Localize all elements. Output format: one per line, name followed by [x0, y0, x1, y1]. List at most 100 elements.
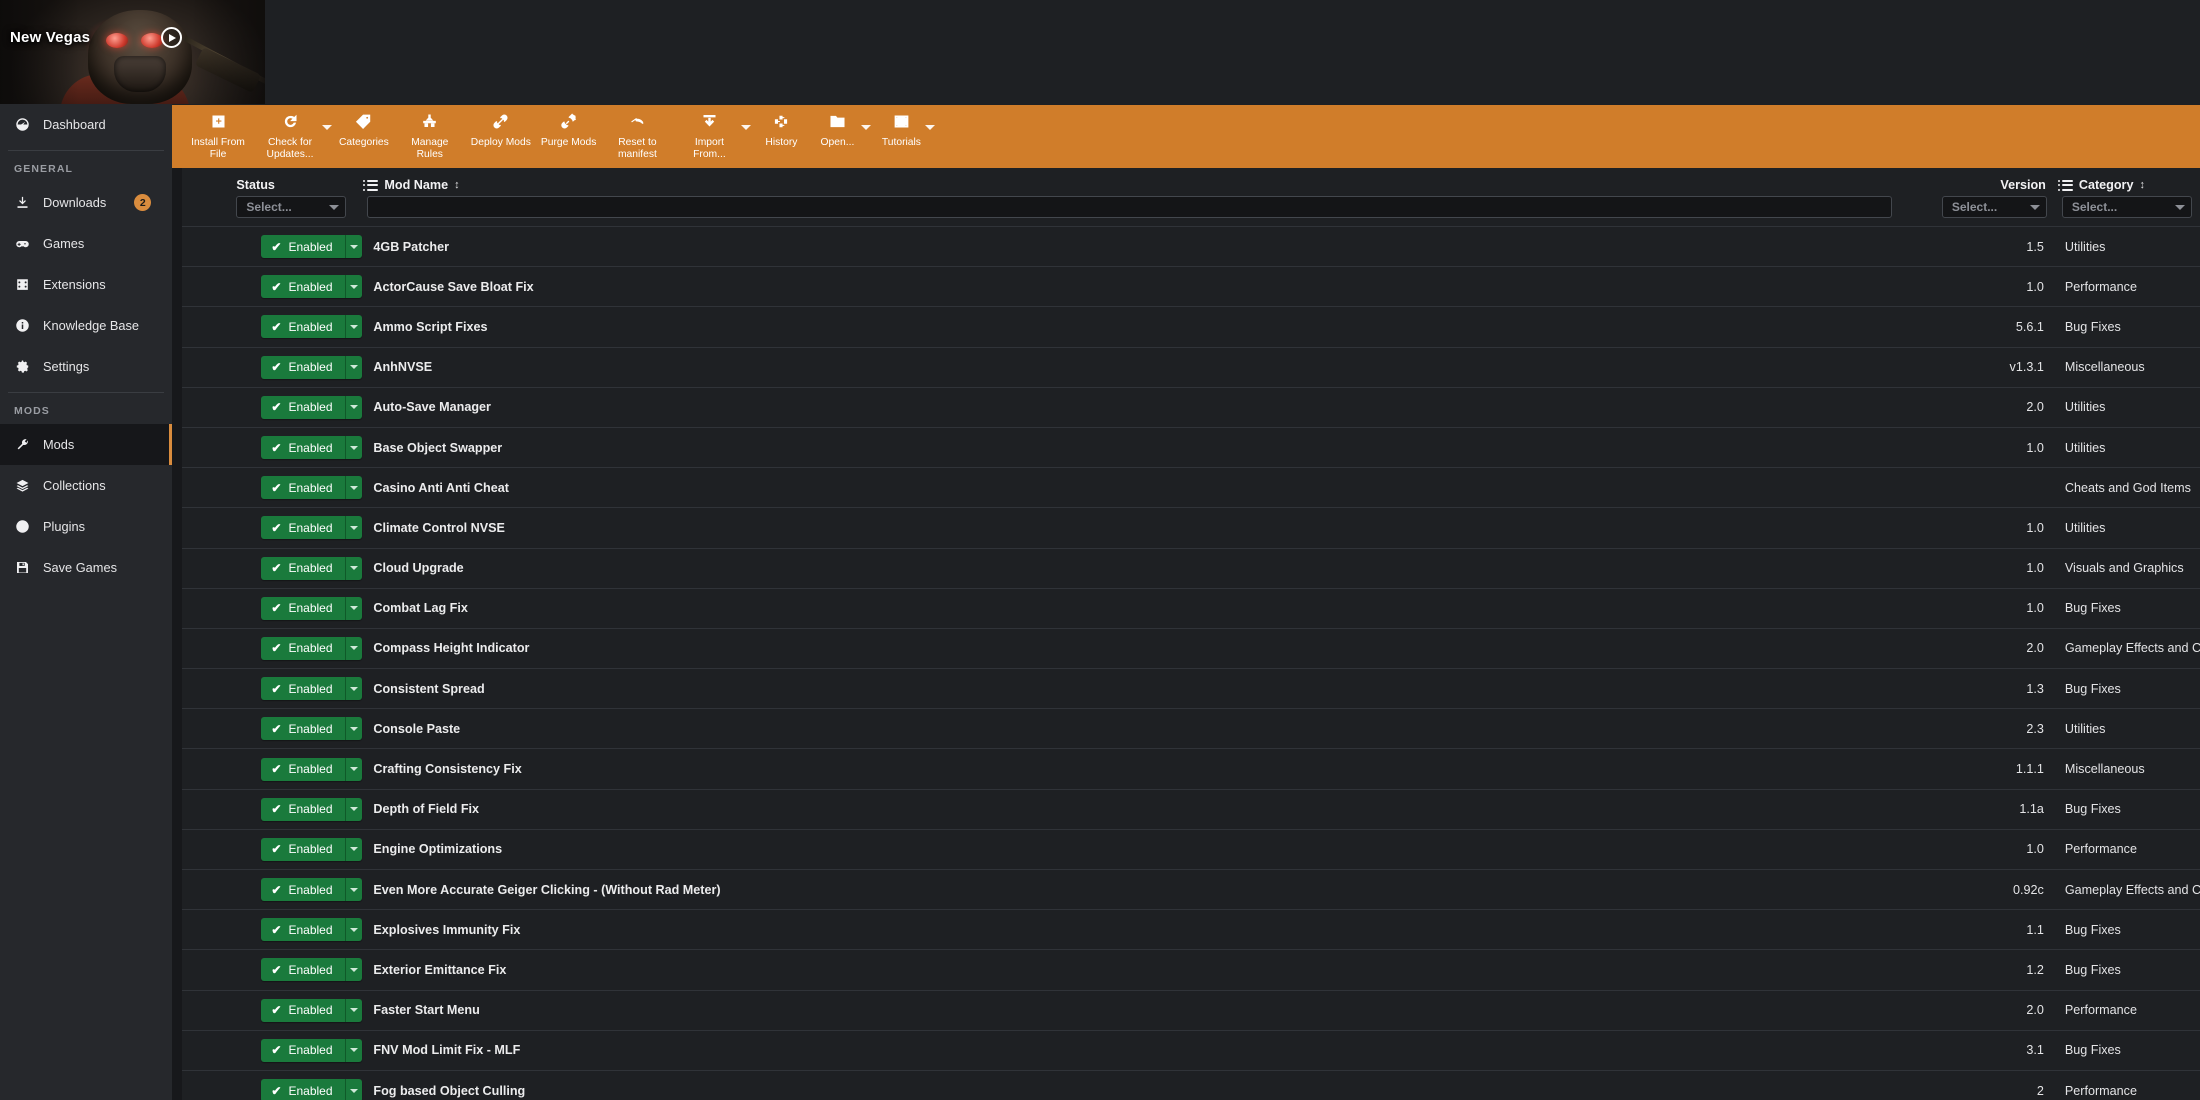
play-circle-icon[interactable] — [161, 27, 182, 48]
status-toggle-button[interactable]: ✔ Enabled — [261, 436, 362, 460]
status-toggle-main[interactable]: ✔ Enabled — [261, 1039, 344, 1062]
sidebar-item-games[interactable]: Games — [0, 223, 172, 264]
table-row[interactable]: ✔ Enabled Ammo Script Fixes 5.6.1 Bug Fixes — [172, 306, 2200, 348]
status-dropdown-button[interactable] — [344, 797, 362, 821]
status-dropdown-button[interactable] — [344, 717, 362, 741]
status-toggle-button[interactable]: ✔ Enabled — [261, 476, 362, 500]
status-dropdown-button[interactable] — [344, 958, 362, 982]
status-dropdown-button[interactable] — [344, 1038, 362, 1062]
sidebar-item-extensions[interactable]: Extensions — [0, 264, 172, 305]
table-row[interactable]: ✔ Enabled Explosives Immunity Fix 1.1 Bug Fi… — [172, 909, 2200, 950]
status-column-menu-icon[interactable] — [363, 179, 379, 191]
sidebar-item-dashboard[interactable]: Dashboard — [0, 104, 172, 145]
status-toggle-main[interactable]: ✔ Enabled — [261, 637, 344, 660]
table-row[interactable]: ✔ Enabled Cloud Upgrade 1.0 Visuals and Grap… — [172, 547, 2200, 589]
tutorials-button[interactable]: Tutorials — [873, 105, 929, 153]
table-row[interactable]: ✔ Enabled Fog based Object Culling 2 Perform… — [172, 1069, 2200, 1100]
import-from-dropdown-caret[interactable] — [741, 125, 752, 130]
table-row[interactable]: ✔ Enabled Climate Control NVSE 1.0 Utilities — [172, 507, 2200, 548]
status-toggle-button[interactable]: ✔ Enabled — [261, 315, 362, 339]
sidebar-item-settings[interactable]: Settings — [0, 346, 172, 387]
status-toggle-main[interactable]: ✔ Enabled — [261, 315, 344, 338]
status-toggle-button[interactable]: ✔ Enabled — [261, 837, 362, 861]
status-toggle-main[interactable]: ✔ Enabled — [261, 999, 344, 1022]
table-row[interactable]: ✔ Enabled Depth of Field Fix 1.1a Bug Fixes — [172, 788, 2200, 830]
sidebar-item-collections[interactable]: Collections — [0, 465, 172, 506]
import-from-button[interactable]: Import From... — [673, 105, 745, 165]
status-dropdown-button[interactable] — [344, 235, 362, 259]
status-toggle-main[interactable]: ✔ Enabled — [261, 396, 344, 419]
table-row[interactable]: ✔ Enabled Casino Anti Anti Cheat Cheats and… — [172, 467, 2200, 508]
table-row[interactable]: ✔ Enabled Faster Start Menu 2.0 Performance — [172, 989, 2200, 1031]
table-row[interactable]: ✔ Enabled Even More Accurate Geiger Clicki… — [172, 868, 2200, 910]
status-toggle-main[interactable]: ✔ Enabled — [261, 677, 344, 700]
table-row[interactable]: ✔ Enabled FNV Mod Limit Fix - MLF 3.1 Bug Fi… — [172, 1029, 2200, 1071]
table-row[interactable]: ✔ Enabled Consistent Spread 1.3 Bug Fixes — [172, 668, 2200, 709]
status-dropdown-button[interactable] — [344, 596, 362, 620]
game-banner[interactable]: New Vegas — [0, 0, 265, 104]
status-dropdown-button[interactable] — [344, 837, 362, 861]
status-filter-select[interactable]: Select... — [236, 196, 347, 218]
status-dropdown-button[interactable] — [344, 757, 362, 781]
status-toggle-main[interactable]: ✔ Enabled — [261, 758, 344, 781]
status-toggle-main[interactable]: ✔ Enabled — [261, 356, 344, 379]
table-row[interactable]: ✔ Enabled Crafting Consistency Fix 1.1.1 Mis… — [172, 748, 2200, 790]
status-dropdown-button[interactable] — [344, 315, 362, 339]
status-toggle-button[interactable]: ✔ Enabled — [261, 757, 362, 781]
check-for-updates-button[interactable]: Check for Updates... — [254, 105, 326, 165]
status-dropdown-button[interactable] — [344, 918, 362, 942]
status-toggle-button[interactable]: ✔ Enabled — [261, 797, 362, 821]
column-header-version[interactable]: Version — [1940, 168, 2050, 196]
status-dropdown-button[interactable] — [344, 395, 362, 419]
status-toggle-button[interactable]: ✔ Enabled — [261, 1038, 362, 1062]
status-toggle-button[interactable]: ✔ Enabled — [261, 677, 362, 701]
table-row[interactable]: ✔ Enabled Base Object Swapper 1.0 Utilities — [172, 426, 2200, 468]
status-dropdown-button[interactable] — [344, 636, 362, 660]
status-toggle-button[interactable]: ✔ Enabled — [261, 958, 362, 982]
version-column-menu-icon[interactable] — [2057, 179, 2073, 191]
status-toggle-button[interactable]: ✔ Enabled — [261, 596, 362, 620]
status-toggle-main[interactable]: ✔ Enabled — [261, 798, 344, 821]
table-row[interactable]: ✔ Enabled AnhNVSE v1.3.1 Miscellaneous — [172, 346, 2200, 388]
categories-button[interactable]: Categories — [334, 105, 394, 153]
table-row[interactable]: ✔ Enabled ActorCause Save Bloat Fix 1.0 Perf… — [172, 266, 2200, 307]
status-toggle-main[interactable]: ✔ Enabled — [261, 1079, 344, 1100]
mod-name-search-input[interactable] — [367, 196, 1893, 218]
status-toggle-button[interactable]: ✔ Enabled — [261, 235, 362, 259]
purge-mods-button[interactable]: Purge Mods — [536, 105, 602, 153]
status-toggle-button[interactable]: ✔ Enabled — [261, 395, 362, 419]
reset-to-manifest-button[interactable]: Reset to manifest — [601, 105, 673, 165]
status-toggle-button[interactable]: ✔ Enabled — [261, 998, 362, 1022]
status-toggle-button[interactable]: ✔ Enabled — [261, 1079, 362, 1100]
status-dropdown-button[interactable] — [344, 998, 362, 1022]
table-row[interactable]: ✔ Enabled Auto-Save Manager 2.0 Utilities — [172, 386, 2200, 428]
status-toggle-main[interactable]: ✔ Enabled — [261, 878, 344, 901]
status-dropdown-button[interactable] — [344, 1079, 362, 1100]
check-for-updates-dropdown-caret[interactable] — [322, 125, 332, 130]
table-row[interactable]: ✔ Enabled Console Paste 2.3 Utilities — [172, 708, 2200, 749]
status-toggle-main[interactable]: ✔ Enabled — [261, 235, 344, 258]
status-dropdown-button[interactable] — [344, 878, 362, 902]
status-toggle-button[interactable]: ✔ Enabled — [261, 516, 362, 540]
table-row[interactable]: ✔ Enabled Engine Optimizations 1.0 Performan… — [172, 828, 2200, 870]
status-toggle-main[interactable]: ✔ Enabled — [261, 918, 344, 941]
table-row[interactable]: ✔ Enabled 4GB Patcher 1.5 Utilities — [172, 225, 2200, 267]
status-toggle-button[interactable]: ✔ Enabled — [261, 918, 362, 942]
status-toggle-main[interactable]: ✔ Enabled — [261, 476, 344, 499]
open-dropdown-caret[interactable] — [861, 125, 872, 130]
sidebar-item-save-games[interactable]: Save Games — [0, 547, 172, 588]
status-toggle-button[interactable]: ✔ Enabled — [261, 355, 362, 379]
status-toggle-main[interactable]: ✔ Enabled — [261, 717, 344, 740]
sort-toggle-icon[interactable]: ↕ — [454, 179, 460, 191]
status-dropdown-button[interactable] — [344, 355, 362, 379]
status-dropdown-button[interactable] — [344, 556, 362, 580]
status-toggle-button[interactable]: ✔ Enabled — [261, 275, 362, 299]
sidebar-item-knowledge-base[interactable]: Knowledge Base — [0, 305, 172, 346]
deploy-mods-button[interactable]: Deploy Mods — [466, 105, 536, 153]
status-toggle-main[interactable]: ✔ Enabled — [261, 516, 344, 539]
status-dropdown-button[interactable] — [344, 275, 362, 299]
status-toggle-button[interactable]: ✔ Enabled — [261, 556, 362, 580]
status-dropdown-button[interactable] — [344, 677, 362, 701]
status-toggle-main[interactable]: ✔ Enabled — [261, 958, 344, 981]
open-button[interactable]: Open... — [809, 105, 865, 153]
